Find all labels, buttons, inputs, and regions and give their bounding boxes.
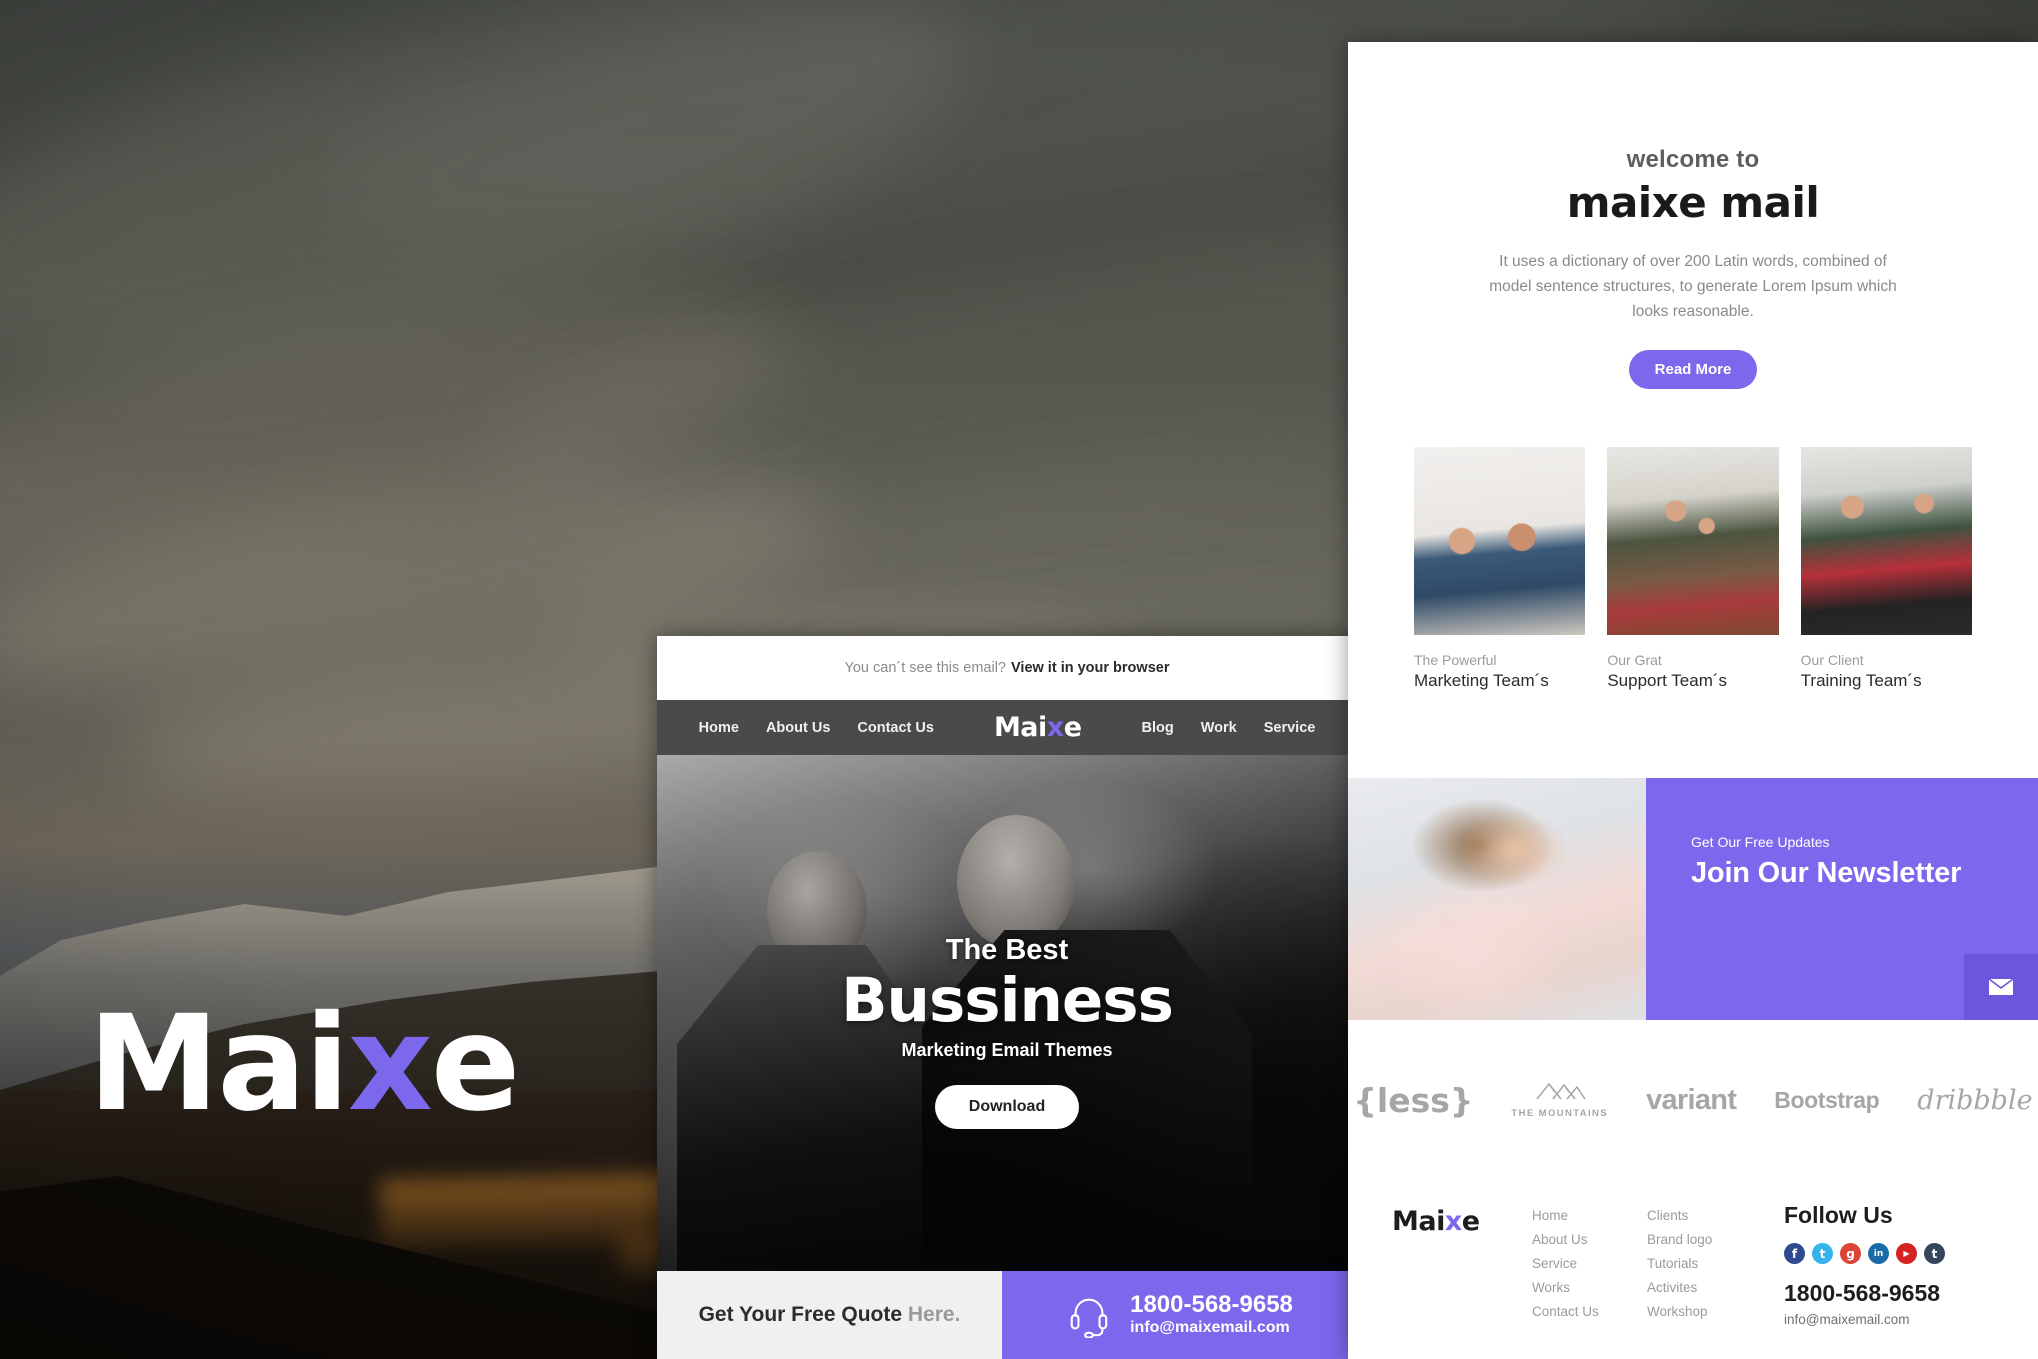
team-photo-training [1800,447,1972,636]
variant-logo: variant [1646,1083,1737,1116]
brand-wordmark: Maixe [88,998,520,1130]
footer-link-clients[interactable]: Clients [1647,1208,1762,1223]
contact-email[interactable]: info@maixemail.com [1130,1318,1293,1339]
footer-email[interactable]: info@maixemail.com [1784,1312,1994,1327]
hero-subtitle: Marketing Email Themes [901,1039,1113,1060]
preheader-text: You can´t see this email? [844,660,1006,676]
team-card-eyebrow: Our Client [1800,652,1864,669]
footer-link-brand-logo[interactable]: Brand logo [1647,1232,1762,1247]
footer-link-workshop[interactable]: Workshop [1647,1304,1762,1319]
mail-template-preview: welcome to maixe mail It uses a dictiona… [1348,42,2038,1359]
footer-link-service[interactable]: Service [1532,1256,1647,1271]
newsletter-title: Join Our Newsletter [1691,857,1962,889]
linkedin-icon[interactable]: in [1868,1243,1889,1264]
preheader-bar: You can´t see this email? View it in you… [657,636,1357,700]
email-template-preview: You can´t see this email? View it in you… [657,636,1357,1359]
newsletter-photo-woman-on-phone [1348,778,1646,1020]
follow-us-heading: Follow Us [1784,1202,1893,1228]
nav-item-contact-us[interactable]: Contact Us [857,720,934,736]
nav-item-service[interactable]: Service [1264,720,1316,736]
hero-eyebrow: The Best [945,933,1069,966]
newsletter-cta: Get Our Free Updates Join Our Newsletter [1646,778,2038,1020]
team-card[interactable]: The Powerful Marketing Team´s [1414,447,1586,691]
welcome-title: maixe mail [1566,178,1820,227]
the-mountains-logo: THE MOUNTAINS [1511,1081,1608,1119]
youtube-icon[interactable]: ▶ [1896,1243,1917,1264]
bootstrap-logo: Bootstrap [1774,1086,1880,1113]
navbar-logo[interactable]: Maixe [994,712,1082,743]
free-quote-block: Get Your Free Quote Here. [657,1271,1002,1359]
footer-link-works[interactable]: Works [1532,1280,1647,1295]
team-card-title: Support Team´s [1607,671,1728,691]
tumblr-icon[interactable]: t [1924,1243,1945,1264]
facebook-icon[interactable]: f [1784,1243,1805,1264]
footer-logo-part-b: e [1461,1206,1480,1237]
team-photo-support [1607,447,1779,636]
team-card-title: Training Team´s [1800,671,1922,691]
nav-links-left: Home About Us Contact Us [699,720,934,736]
contact-text: 1800-568-9658 info@maixemail.com [1130,1291,1293,1339]
footer-links-column-1: Home About Us Service Works Contact Us [1532,1202,1647,1359]
view-in-browser-link[interactable]: View it in your browser [1011,660,1169,676]
hero-content: The Best Bussiness Marketing Email Theme… [657,755,1357,1271]
brand-logos-row: {less} THE MOUNTAINS variant Bootstrap d… [1348,1020,2038,1180]
navbar-logo-part-b: e [1063,712,1082,743]
footer-phone[interactable]: 1800-568-9658 [1784,1280,1994,1307]
navbar-logo-part-a: Mai [993,712,1047,743]
team-card-eyebrow: Our Grat [1607,652,1662,669]
wordmark-part-a: Mai [88,987,350,1141]
team-card-eyebrow: The Powerful [1414,652,1497,669]
footer-link-about-us[interactable]: About Us [1532,1232,1647,1247]
social-icons-row: f t g in ▶ t [1784,1243,1994,1264]
email-hero-section: The Best Bussiness Marketing Email Theme… [657,755,1357,1271]
twitter-icon[interactable]: t [1812,1243,1833,1264]
free-quote-link[interactable]: Here. [908,1303,961,1326]
team-photo-marketing [1414,447,1586,636]
contact-phone[interactable]: 1800-568-9658 [1130,1291,1293,1319]
download-button[interactable]: Download [934,1084,1080,1129]
dribbble-logo: dribbble [1917,1084,2033,1116]
hero-title: Bussiness [841,964,1174,1036]
team-card-title: Marketing Team´s [1414,671,1549,691]
footer-link-activites[interactable]: Activites [1647,1280,1762,1295]
envelope-icon [1988,978,2014,995]
footer-link-tutorials[interactable]: Tutorials [1647,1256,1762,1271]
footer-social-block: Follow Us f t g in ▶ t 1800-568-9658 inf… [1762,1202,1994,1359]
team-card[interactable]: Our Client Training Team´s [1800,447,1972,691]
nav-item-home[interactable]: Home [699,720,739,736]
footer-logo[interactable]: Maixe [1392,1202,1532,1359]
free-quote-text: Get Your Free Quote Here. [699,1303,961,1327]
welcome-eyebrow: welcome to [1626,146,1760,173]
newsletter-subscribe-button[interactable] [1964,954,2038,1020]
nav-item-work[interactable]: Work [1201,720,1237,736]
less-logo: {less} [1353,1080,1474,1120]
footer-link-home[interactable]: Home [1532,1208,1647,1223]
footer-logo-part-a: Mai [1392,1206,1445,1237]
wordmark-part-x: x [347,987,433,1141]
mountains-icon [1536,1082,1586,1100]
headset-icon [1070,1298,1108,1338]
google-plus-icon[interactable]: g [1840,1243,1861,1264]
nav-item-about-us[interactable]: About Us [766,720,830,736]
free-quote-label: Get Your Free Quote [698,1303,903,1326]
welcome-section: welcome to maixe mail It uses a dictiona… [1348,42,2038,390]
team-cards-row: The Powerful Marketing Team´s Our Grat S… [1348,389,2038,691]
email-navbar: Home About Us Contact Us Maixe Blog Work… [657,700,1357,755]
navbar-logo-part-x: x [1046,712,1064,743]
footer-links-column-2: Clients Brand logo Tutorials Activites W… [1647,1202,1762,1359]
quote-contact-bar: Get Your Free Quote Here. 1800-568-9658 … [657,1271,1357,1359]
footer-link-contact-us[interactable]: Contact Us [1532,1304,1647,1319]
footer-logo-part-x: x [1444,1206,1462,1237]
contact-block: 1800-568-9658 info@maixemail.com [1002,1271,1357,1359]
nav-item-blog[interactable]: Blog [1142,720,1174,736]
welcome-body-text: It uses a dictionary of over 200 Latin w… [1489,253,1897,321]
newsletter-eyebrow: Get Our Free Updates [1691,834,1830,850]
mail-footer: Maixe Home About Us Service Works Contac… [1348,1180,2038,1359]
wordmark-part-b: e [430,987,521,1141]
team-card[interactable]: Our Grat Support Team´s [1607,447,1779,691]
newsletter-section: Get Our Free Updates Join Our Newsletter [1348,778,2038,1020]
read-more-button[interactable]: Read More [1628,350,1758,390]
the-mountains-wordmark: THE MOUNTAINS [1511,1108,1609,1119]
nav-links-right: Blog Work Service [1142,720,1316,736]
